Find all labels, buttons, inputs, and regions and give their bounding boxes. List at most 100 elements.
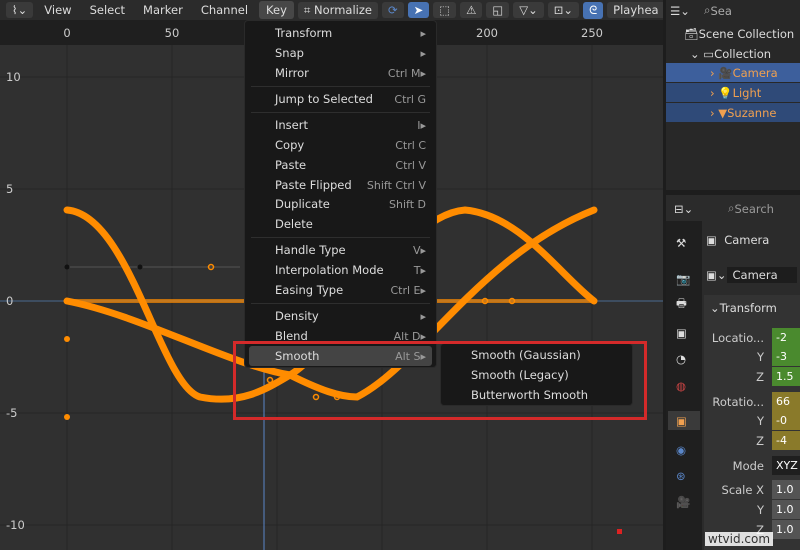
scale-y-field[interactable]: 1.0 (772, 500, 800, 519)
menu-item-density[interactable]: Density ▸ (249, 306, 432, 326)
refresh-icon[interactable]: ⟳ (381, 2, 404, 18)
object-name-field[interactable]: Camera (726, 266, 797, 283)
menu-marker[interactable]: Marker (136, 1, 190, 19)
label: Paste (275, 158, 307, 172)
tool-tab-icon[interactable]: ⚒ (676, 233, 686, 252)
shortcut: V▸ (412, 243, 426, 257)
normalize-label: Normalize (314, 2, 372, 17)
menu-item-snap[interactable]: Snap ▸ (249, 43, 432, 63)
handle-point (64, 264, 70, 270)
axis-label: Y (756, 503, 764, 517)
normalize-toggle[interactable]: ⌗ Normalize (297, 1, 378, 19)
menu-view[interactable]: View (37, 1, 78, 19)
label: Easing Type (275, 283, 344, 297)
menu-key[interactable]: Key (259, 1, 294, 19)
scale-label: Scale X (721, 483, 764, 497)
object-selector[interactable]: ▣⌄ Camera (706, 265, 797, 284)
menu-item-paste[interactable]: Paste Ctrl V (249, 155, 432, 175)
label: Transform (719, 300, 777, 315)
label: Density (275, 309, 319, 323)
scale-z-field[interactable]: 1.0 (772, 520, 800, 539)
label: Handle Type (275, 243, 346, 257)
menu-item-duplicate[interactable]: Duplicate Shift D (249, 194, 432, 214)
label: Suzanne (727, 105, 777, 120)
label: Mirror (275, 66, 309, 80)
search-field[interactable]: ⌕ Sea (704, 1, 732, 20)
scene-collection[interactable]: 🗃 Scene Collection (684, 24, 794, 43)
menu-select[interactable]: Select (83, 1, 132, 19)
divider (251, 112, 430, 113)
label: Collection (714, 46, 772, 61)
location-z-field[interactable]: 1.5 (772, 367, 800, 386)
properties-search[interactable]: ⌕ Search (728, 199, 774, 218)
rotation-y-field[interactable]: -0 (772, 411, 800, 430)
editor-type-icon[interactable]: ⌇⌄ (6, 2, 34, 18)
location-y-field[interactable]: -3 (772, 347, 800, 366)
rotation-x-field[interactable]: 66 (772, 392, 800, 411)
label: Snap (275, 46, 304, 60)
select-cursor-icon[interactable]: ➤ (407, 2, 430, 18)
axis-label: Z (756, 434, 764, 448)
filter-icon[interactable]: ▽⌄ (513, 2, 544, 18)
shortcut: Ctrl V (395, 158, 426, 172)
box-select-icon[interactable]: ⬚ (433, 2, 457, 18)
location-label: Locatio... (711, 331, 764, 345)
axis-label: Y (756, 350, 764, 364)
search-placeholder: Sea (710, 3, 732, 18)
value-label: 0 (6, 294, 14, 308)
shortcut: ▸ (420, 46, 426, 60)
highlight-box (233, 341, 647, 420)
object-name: ▣ Camera (706, 232, 770, 247)
label: Copy (275, 138, 305, 152)
keyframe-point (64, 336, 70, 342)
editor-type-icon[interactable]: ⊟⌄ (674, 199, 693, 218)
rotation-mode-dropdown[interactable]: XYZ (772, 456, 800, 475)
axis-label: Y (756, 414, 764, 428)
frame-label: 0 (63, 26, 71, 40)
divider (251, 303, 430, 304)
snap-icon[interactable]: ᘓ (583, 1, 604, 19)
menu-item-jump-to-selected[interactable]: Jump to Selected Ctrl G (249, 89, 432, 109)
menu-item-delete[interactable]: Delete (249, 214, 432, 234)
menu-item-easing-type[interactable]: Easing Type Ctrl E▸ (249, 280, 432, 300)
output-tab-icon[interactable]: 🖶 (676, 296, 687, 315)
rotation-z-field[interactable]: -4 (772, 431, 800, 450)
keyframe-point (64, 414, 70, 420)
collection[interactable]: ⌄ ▭ Collection (690, 44, 771, 63)
value-label: -10 (6, 518, 25, 532)
outliner-item-suzanne[interactable]: › ▼ Suzanne (666, 103, 800, 122)
frame-icon[interactable]: ◱ (486, 2, 510, 18)
label: Camera (724, 232, 770, 247)
display-mode-icon[interactable]: ☰⌄ (670, 1, 690, 20)
warning-icon[interactable]: ⚠ (460, 2, 483, 18)
label: Light (732, 85, 762, 100)
shortcut: I▸ (417, 118, 426, 132)
location-x-field[interactable]: -2 (772, 328, 800, 347)
outliner: ⌕ Sea ☰⌄ 🗃 Scene Collection ⌄ ▭ Collecti… (666, 0, 800, 190)
render-tab-icon[interactable]: 📷 (676, 269, 690, 288)
menu-item-handle-type[interactable]: Handle Type V▸ (249, 240, 432, 260)
playhead-dropdown[interactable]: Playhea (607, 2, 663, 18)
scale-x-field[interactable]: 1.0 (772, 480, 800, 499)
menu-channel[interactable]: Channel (194, 1, 255, 19)
label: Transform (275, 26, 333, 40)
outliner-item-light[interactable]: › 💡 Light (666, 83, 800, 102)
transform-panel-header[interactable]: ⌄ Transform (710, 298, 777, 317)
label: Interpolation Mode (275, 263, 384, 277)
shortcut: Shift D (389, 197, 426, 211)
menu-item-transform[interactable]: Transform ▸ (249, 23, 432, 43)
pivot-icon[interactable]: ⊡⌄ (547, 2, 580, 18)
handle-point (137, 264, 143, 270)
value-label: 10 (6, 70, 21, 84)
menu-item-interpolation-mode[interactable]: Interpolation Mode T▸ (249, 260, 432, 280)
outliner-item-camera[interactable]: › 🎥 Camera (666, 63, 800, 82)
shortcut: Ctrl E▸ (390, 283, 426, 297)
menu-item-mirror[interactable]: Mirror Ctrl M▸ (249, 63, 432, 83)
search-placeholder: Search (734, 201, 774, 216)
shortcut: Ctrl M▸ (387, 66, 426, 80)
label: Paste Flipped (275, 178, 352, 192)
properties-tabs: ⚒ 📷 🖶 ▣ ◔ ◍ ▣ ◉ ⊛ 🎥 (666, 221, 702, 550)
menu-item-paste-flipped[interactable]: Paste Flipped Shift Ctrl V (249, 175, 432, 195)
menu-item-insert[interactable]: Insert I▸ (249, 115, 432, 135)
menu-item-copy[interactable]: Copy Ctrl C (249, 135, 432, 155)
